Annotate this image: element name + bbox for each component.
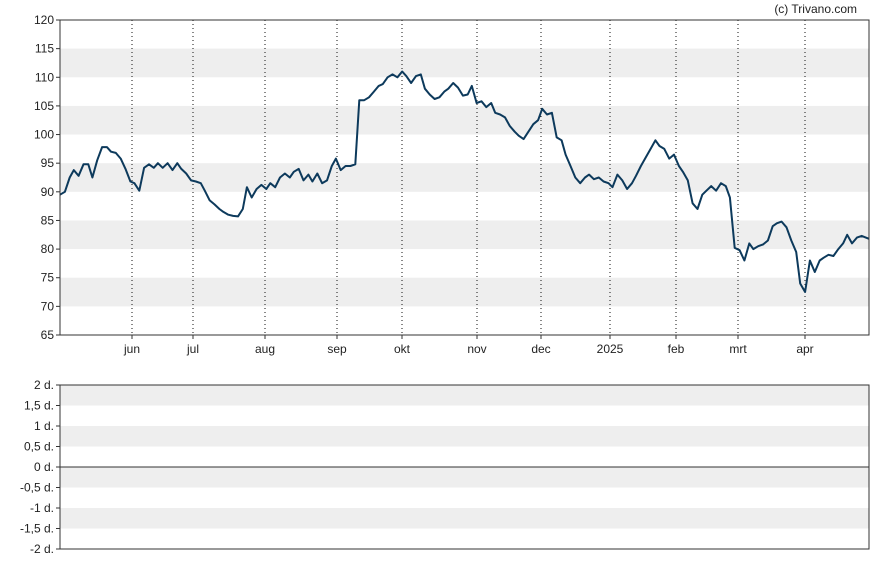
x-tick-label: apr [796, 342, 813, 356]
x-tick-label: feb [668, 342, 685, 356]
chart-canvas: 120 115 110 105 100 95 90 85 80 75 70 65 jun jul aug s… [20, 2, 870, 556]
x-tick-label: dec [531, 342, 550, 356]
y-tick-label: 80 [41, 242, 55, 256]
y-tick-label: 95 [41, 156, 55, 170]
grid-band [60, 277, 869, 307]
y-tick-label: -2 d. [30, 542, 54, 556]
y-tick-label: 120 [34, 13, 54, 27]
grid-band [60, 220, 869, 250]
grid-band [60, 508, 869, 529]
sub-grid-bands [60, 385, 869, 529]
x-tick-label: jun [123, 342, 140, 356]
main-y-axis: 120 115 110 105 100 95 90 85 80 75 70 65 [34, 13, 60, 342]
y-tick-label: 0 d. [34, 460, 54, 474]
grid-band [60, 426, 869, 447]
y-tick-label: 70 [41, 299, 55, 313]
grid-band [60, 48, 869, 78]
x-tick-label: nov [467, 342, 486, 356]
x-tick-label: sep [327, 342, 347, 356]
x-tick-label: aug [255, 342, 275, 356]
dividend-chart: 2 d. 1,5 d. 1 d. 0,5 d. 0 d. -0,5 d. -1 d. -1,5… [20, 378, 870, 556]
x-tick-label: jul [186, 342, 199, 356]
y-tick-label: 85 [41, 213, 55, 227]
y-tick-label: 90 [41, 185, 55, 199]
y-tick-label: -0,5 d. [20, 481, 54, 495]
grid-band [60, 467, 869, 488]
grid-band [60, 385, 869, 406]
sub-y-axis: 2 d. 1,5 d. 1 d. 0,5 d. 0 d. -0,5 d. -1 d. -1,5… [20, 378, 60, 556]
y-tick-label: 100 [34, 128, 54, 142]
y-tick-label: 65 [41, 328, 55, 342]
x-tick-label: 2025 [597, 342, 624, 356]
main-grid-bands [60, 48, 869, 307]
y-tick-label: 0,5 d. [24, 440, 54, 454]
credit-label: (c) Trivano.com [774, 2, 857, 16]
y-tick-label: -1 d. [30, 501, 54, 515]
y-tick-label: 75 [41, 271, 55, 285]
y-tick-label: -1,5 d. [20, 522, 54, 536]
main-chart: 120 115 110 105 100 95 90 85 80 75 70 65 jun jul aug s… [34, 13, 870, 356]
x-axis: jun jul aug sep okt nov dec 2025 feb mrt apr [123, 335, 814, 356]
y-tick-label: 2 d. [34, 378, 54, 392]
x-tick-label: okt [394, 342, 411, 356]
grid-band [60, 105, 869, 135]
x-tick-label: mrt [729, 342, 747, 356]
y-tick-label: 105 [34, 99, 54, 113]
y-tick-label: 110 [35, 70, 54, 84]
y-tick-label: 1,5 d. [24, 399, 54, 413]
y-tick-label: 115 [35, 42, 54, 56]
y-tick-label: 1 d. [34, 419, 54, 433]
